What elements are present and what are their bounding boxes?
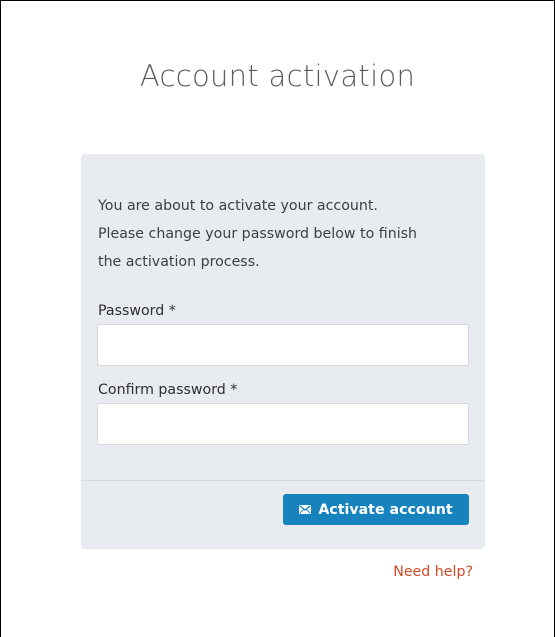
card-divider [81, 480, 485, 481]
confirm-password-label: Confirm password * [98, 382, 238, 398]
envelope-icon [299, 505, 312, 514]
page-title: Account activation [139, 59, 416, 93]
activate-account-button[interactable]: Activate account [283, 494, 469, 525]
activate-account-label: Activate account [318, 501, 453, 518]
activation-card-body: You are about to activate your account. … [98, 192, 468, 276]
confirm-password-field[interactable] [97, 403, 469, 445]
intro-line: Please change your password below to fin… [98, 226, 418, 242]
password-label: Password * [98, 303, 176, 319]
intro-line: You are about to activate your account. [98, 198, 378, 214]
password-field[interactable] [97, 324, 469, 366]
need-help-link[interactable]: Need help? [393, 564, 473, 580]
intro-text: You are about to activate your account. … [98, 192, 468, 276]
intro-line: the activation process. [98, 254, 260, 270]
activation-card: You are about to activate your account. … [81, 154, 485, 549]
